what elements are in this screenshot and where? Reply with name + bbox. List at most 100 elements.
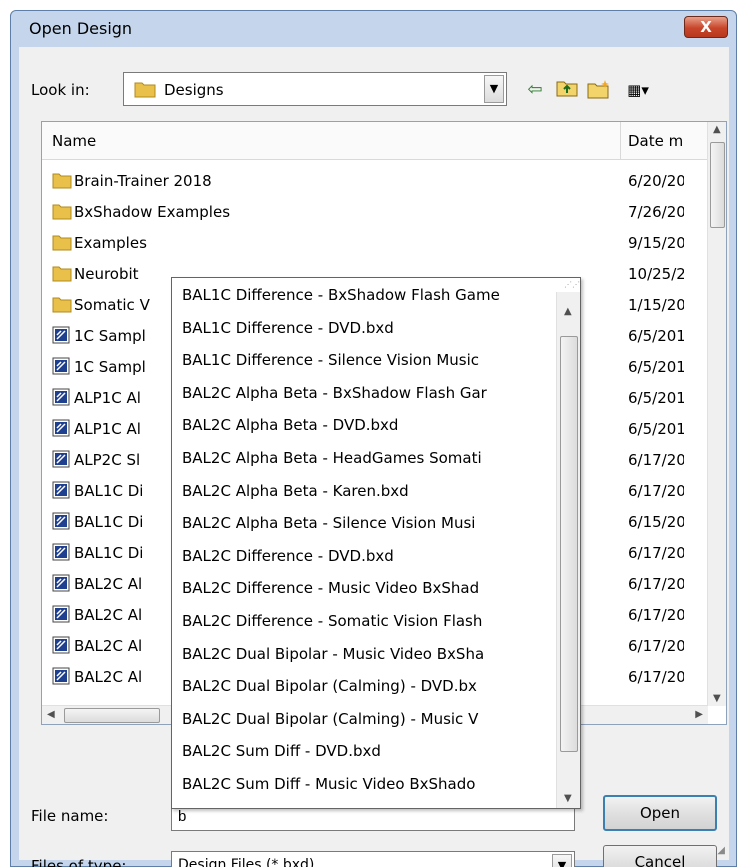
view-menu-icon[interactable]: ▦▾ (621, 79, 655, 101)
up-folder-icon[interactable] (555, 79, 579, 101)
list-vertical-scrollbar[interactable]: ▲ ▼ (707, 122, 726, 706)
scroll-up-icon[interactable]: ▲ (564, 306, 572, 317)
list-item-name: Brain-Trainer 2018 (74, 172, 212, 190)
close-button[interactable]: X (684, 16, 728, 38)
column-header-date[interactable]: Date mo (628, 132, 684, 150)
folder-icon (52, 264, 72, 286)
design-file-icon (52, 419, 70, 441)
list-item-date: 6/5/201 (628, 358, 684, 376)
filetype-combo[interactable]: Design Files (*.bxd) ▼ (171, 851, 575, 867)
list-item-name: BAL2C Al (74, 606, 143, 624)
list-item-date: 6/17/20 (628, 544, 684, 562)
list-item-date: 6/5/201 (628, 420, 684, 438)
list-item-name: BAL1C Di (74, 482, 144, 500)
design-file-icon (52, 667, 70, 689)
grip-icon[interactable]: ⋰⋰ (564, 280, 580, 290)
lookin-label: Look in: (31, 81, 90, 99)
design-file-icon (52, 450, 70, 472)
filetype-value: Design Files (*.bxd) (178, 857, 315, 867)
lookin-dropdown-button[interactable]: ▼ (484, 75, 504, 103)
list-item-name: BAL2C Al (74, 668, 143, 686)
list-item-date: 7/26/20 (628, 203, 684, 221)
design-file-icon (52, 574, 70, 596)
list-item-name: ALP2C Sl (74, 451, 141, 469)
folder-icon (52, 202, 72, 224)
list-item-date: 1/15/20 (628, 296, 684, 314)
autocomplete-item[interactable]: BAL2C Alpha Beta - HeadGames Somati (182, 449, 542, 467)
list-item-date: 6/17/20 (628, 606, 684, 624)
autocomplete-item[interactable]: BAL2C Difference - Music Video BxShad (182, 579, 542, 597)
autocomplete-scroll-thumb[interactable] (560, 336, 578, 752)
resize-grip-icon[interactable]: ◢ (717, 845, 725, 856)
folder-icon (52, 233, 72, 255)
scroll-down-icon[interactable]: ▼ (713, 693, 721, 704)
list-item-name: BAL1C Di (74, 513, 144, 531)
cancel-button[interactable]: Cancel (603, 845, 717, 867)
autocomplete-item[interactable]: BAL2C Alpha Beta - BxShadow Flash Gar (182, 384, 542, 402)
autocomplete-item[interactable]: BAL2C Alpha Beta - Silence Vision Musi (182, 514, 542, 532)
list-item-date: 6/17/20 (628, 451, 684, 469)
list-item-date: 6/5/201 (628, 389, 684, 407)
list-item-name: BxShadow Examples (74, 203, 231, 221)
list-item-name: 1C Sampl (74, 327, 146, 345)
autocomplete-dropdown[interactable]: ⋰⋰ BAL1C Difference - BxShadow Flash Gam… (171, 277, 581, 809)
list-item-date: 6/17/20 (628, 668, 684, 686)
autocomplete-item[interactable]: BAL2C Sum Diff - DVD.bxd (182, 742, 542, 760)
scroll-down-icon[interactable]: ▼ (564, 793, 572, 804)
autocomplete-item[interactable]: BAL2C Dual Bipolar - Music Video BxSha (182, 645, 542, 663)
close-icon: X (700, 18, 712, 36)
lookin-value: Designs (164, 81, 224, 99)
list-item-date: 10/25/2 (628, 265, 684, 283)
design-file-icon (52, 636, 70, 658)
list-item[interactable]: Examples 9/15/20 (42, 228, 708, 258)
list-item-name: Neurobit (74, 265, 139, 283)
chevron-down-icon: ▼ (489, 82, 499, 95)
list-vertical-thumb[interactable] (710, 142, 725, 228)
list-item-name: ALP1C Al (74, 420, 141, 438)
list-item-name: BAL1C Di (74, 544, 144, 562)
lookin-combo[interactable]: Designs ▼ (123, 72, 507, 106)
filetype-dropdown-button[interactable]: ▼ (552, 854, 572, 867)
scroll-left-icon[interactable]: ◀ (47, 709, 55, 720)
design-file-icon (52, 481, 70, 503)
design-file-icon (52, 357, 70, 379)
column-header-name[interactable]: Name (52, 132, 96, 150)
autocomplete-item[interactable]: BAL2C Alpha Beta - DVD.bxd (182, 416, 542, 434)
list-item-date: 6/5/201 (628, 327, 684, 345)
scroll-up-icon[interactable]: ▲ (713, 124, 721, 135)
autocomplete-item[interactable]: BAL2C Difference - DVD.bxd (182, 547, 542, 565)
chevron-down-icon: ▼ (557, 859, 567, 867)
new-folder-icon[interactable] (587, 79, 611, 101)
filetype-label: Files of type: (31, 857, 127, 867)
scroll-right-icon[interactable]: ▶ (695, 709, 703, 720)
autocomplete-item[interactable]: BAL2C Difference - Somatic Vision Flash (182, 612, 542, 630)
autocomplete-item[interactable]: BAL2C Dual Bipolar (Calming) - DVD.bx (182, 677, 542, 695)
folder-icon (134, 80, 156, 98)
design-file-icon (52, 388, 70, 410)
design-file-icon (52, 326, 70, 348)
list-item-name: 1C Sampl (74, 358, 146, 376)
design-file-icon (52, 543, 70, 565)
list-item-name: Somatic V (74, 296, 150, 314)
list-item-name: BAL2C Al (74, 637, 143, 655)
autocomplete-item[interactable]: BAL1C Difference - Silence Vision Music (182, 351, 542, 369)
column-divider[interactable] (620, 122, 621, 160)
autocomplete-item[interactable]: BAL1C Difference - DVD.bxd (182, 319, 542, 337)
autocomplete-item[interactable]: BAL2C Sum Diff - Music Video BxShado (182, 775, 542, 793)
list-horizontal-thumb[interactable] (64, 708, 160, 723)
back-icon[interactable]: ⇦ (523, 79, 547, 101)
folder-icon (52, 295, 72, 317)
list-item-date: 9/15/20 (628, 234, 684, 252)
open-button[interactable]: Open (603, 795, 717, 831)
autocomplete-item[interactable]: BAL2C Dual Bipolar (Calming) - Music V (182, 710, 542, 728)
list-item-name: BAL2C Al (74, 575, 143, 593)
dialog-client-area: Look in: Designs ▼ ⇦ ▦▾ Name Date mo Bra… (19, 47, 729, 867)
filename-label: File name: (31, 807, 109, 825)
list-item-date: 6/17/20 (628, 637, 684, 655)
title-bar[interactable]: Open Design X (11, 11, 736, 47)
autocomplete-item[interactable]: BAL2C Alpha Beta - Karen.bxd (182, 482, 542, 500)
autocomplete-item[interactable]: BAL1C Difference - BxShadow Flash Game (182, 286, 542, 304)
autocomplete-scrollbar[interactable]: ▲ ▼ (556, 292, 580, 808)
list-item[interactable]: Brain-Trainer 2018 6/20/20 (42, 166, 708, 196)
list-item[interactable]: BxShadow Examples 7/26/20 (42, 197, 708, 227)
